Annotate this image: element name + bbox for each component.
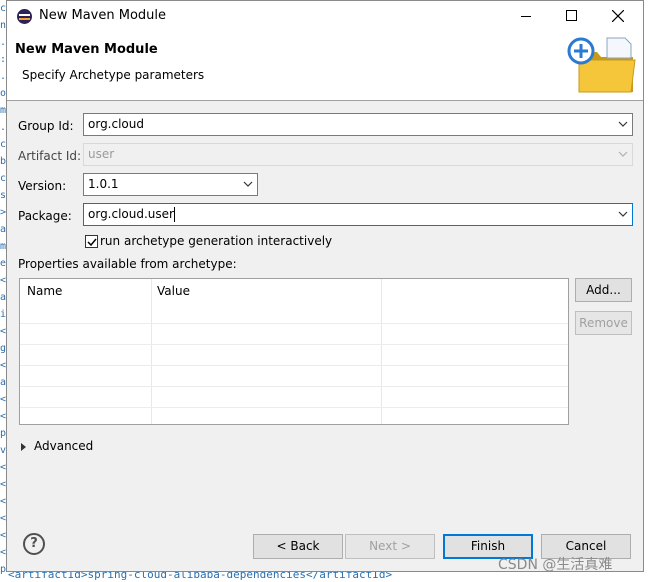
new-maven-module-dialog: New Maven Module New Maven Module Specif… bbox=[6, 0, 644, 572]
chevron-down-icon bbox=[618, 121, 628, 127]
column-header-name[interactable]: Name bbox=[27, 284, 62, 298]
add-button[interactable]: Add... bbox=[575, 278, 632, 302]
interactive-checkbox-label: run archetype generation interactively bbox=[100, 234, 333, 248]
next-button: Next > bbox=[345, 534, 435, 559]
package-combo[interactable]: org.cloud.user bbox=[83, 203, 633, 226]
row-divider bbox=[20, 365, 568, 366]
checkmark-icon bbox=[87, 238, 97, 247]
column-header-value[interactable]: Value bbox=[157, 284, 190, 298]
minimize-icon bbox=[521, 16, 531, 17]
close-icon bbox=[612, 10, 624, 22]
version-label: Version: bbox=[18, 179, 67, 193]
properties-table[interactable]: Name Value bbox=[19, 278, 569, 425]
artifact-id-combo: user bbox=[83, 143, 633, 166]
minimize-button[interactable] bbox=[503, 1, 549, 32]
remove-button: Remove bbox=[575, 311, 632, 335]
chevron-down-icon bbox=[618, 211, 628, 217]
row-divider bbox=[20, 386, 568, 387]
watermark: CSDN @生活真难 bbox=[498, 557, 613, 573]
text-caret bbox=[174, 207, 175, 222]
banner-description: Specify Archetype parameters bbox=[22, 68, 205, 82]
group-id-label: Group Id: bbox=[18, 119, 74, 133]
artifact-id-label: Artifact Id: bbox=[18, 149, 82, 163]
chevron-down-icon bbox=[243, 181, 253, 187]
new-folder-plus-icon bbox=[567, 37, 636, 93]
help-button[interactable]: ? bbox=[23, 533, 45, 555]
back-button[interactable]: < Back bbox=[253, 534, 343, 559]
artifact-id-value: user bbox=[88, 147, 115, 161]
package-value: org.cloud.user bbox=[88, 207, 174, 221]
chevron-down-icon bbox=[618, 151, 628, 157]
maximize-icon bbox=[566, 10, 577, 21]
close-button[interactable] bbox=[595, 1, 641, 32]
package-label: Package: bbox=[18, 209, 72, 223]
properties-label: Properties available from archetype: bbox=[18, 257, 237, 271]
column-divider bbox=[151, 279, 152, 424]
row-divider bbox=[20, 323, 568, 324]
chevron-right-icon bbox=[21, 443, 26, 451]
title-bar: New Maven Module bbox=[7, 1, 643, 32]
eclipse-icon bbox=[17, 9, 32, 24]
version-value: 1.0.1 bbox=[88, 177, 119, 191]
row-divider bbox=[20, 344, 568, 345]
advanced-label: Advanced bbox=[34, 439, 94, 453]
banner-title: New Maven Module bbox=[15, 42, 158, 57]
column-divider bbox=[381, 279, 382, 424]
row-divider bbox=[20, 407, 568, 408]
maximize-button[interactable] bbox=[549, 1, 595, 32]
version-combo[interactable]: 1.0.1 bbox=[83, 173, 258, 196]
wizard-banner: New Maven Module Specify Archetype param… bbox=[7, 32, 643, 101]
group-id-combo[interactable]: org.cloud bbox=[83, 113, 633, 136]
window-title: New Maven Module bbox=[39, 8, 167, 23]
interactive-checkbox[interactable] bbox=[85, 235, 98, 248]
group-id-value: org.cloud bbox=[88, 117, 144, 131]
